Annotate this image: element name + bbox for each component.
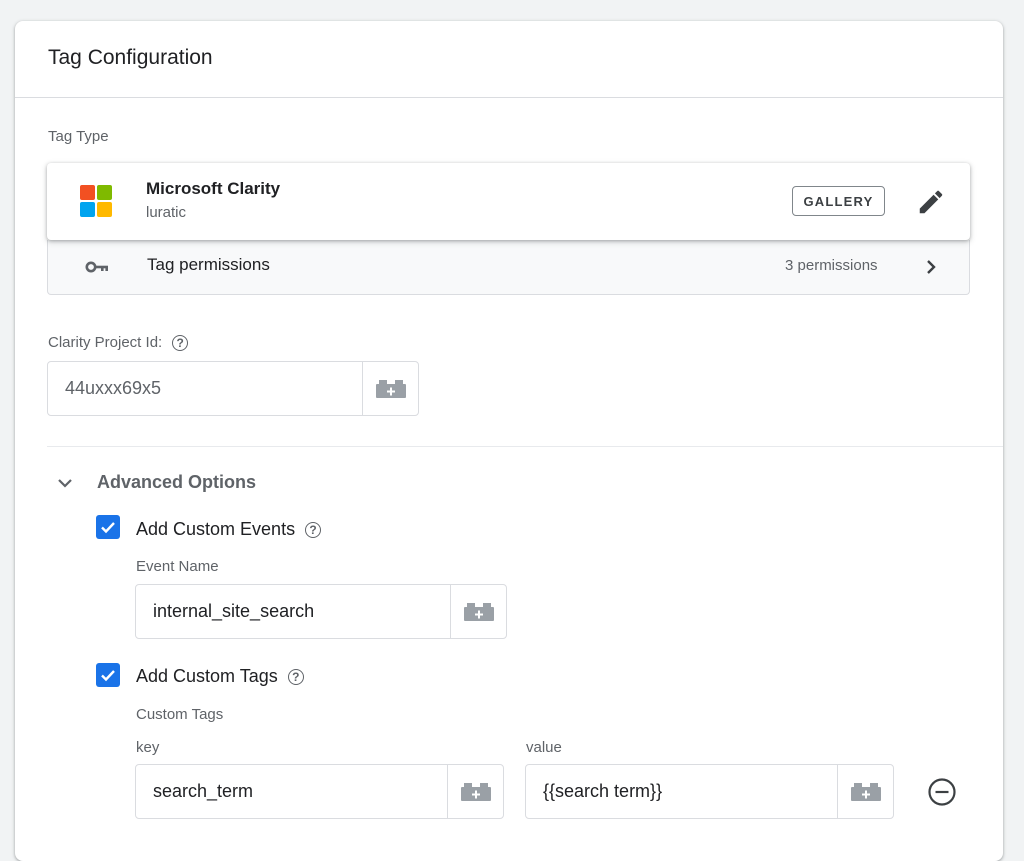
clarity-project-id-label: Clarity Project Id: [48, 334, 163, 351]
pencil-icon[interactable] [916, 187, 946, 217]
custom-tags-label: Custom Tags [136, 706, 224, 723]
tag-type-name: Microsoft Clarity [146, 179, 281, 198]
permissions-count: 3 permissions [785, 257, 878, 274]
event-name-label: Event Name [136, 558, 219, 575]
key-icon [85, 261, 108, 273]
help-icon[interactable]: ? [172, 334, 189, 351]
variable-picker-button[interactable] [450, 585, 506, 638]
variable-picker-button[interactable] [447, 765, 503, 818]
clarity-project-id-label-row: Clarity Project Id: ? [48, 334, 189, 351]
variable-brick-icon [463, 602, 494, 621]
tag-type-subtitle: luratic [146, 204, 187, 221]
variable-brick-icon [850, 782, 881, 801]
chevron-down-icon[interactable] [55, 473, 75, 493]
add-custom-tags-label-row: Add Custom Tags ? [136, 666, 304, 687]
tag-permissions-label: Tag permissions [147, 255, 270, 274]
help-icon[interactable]: ? [287, 668, 304, 685]
custom-tag-value-field[interactable]: {{search term}} [525, 764, 894, 819]
advanced-options-toggle[interactable]: Advanced Options [97, 472, 256, 493]
event-name-field[interactable]: internal_site_search [135, 584, 507, 639]
custom-tag-key-value[interactable]: search_term [136, 765, 447, 818]
add-custom-tags-label[interactable]: Add Custom Tags [136, 666, 278, 687]
value-column-label: value [526, 739, 562, 756]
clarity-project-id-field[interactable]: 44uxxx69x5 [47, 361, 419, 416]
add-custom-events-label-row: Add Custom Events ? [136, 519, 322, 540]
key-column-label: key [136, 739, 160, 756]
microsoft-logo-icon [80, 185, 113, 218]
add-custom-tags-checkbox[interactable] [96, 663, 120, 687]
header-divider [15, 97, 1003, 98]
remove-row-icon[interactable] [927, 777, 957, 807]
tag-configuration-card: Tag Configuration Tag Type Tag permissio… [15, 21, 1003, 861]
custom-tag-key-field[interactable]: search_term [135, 764, 504, 819]
card-title: Tag Configuration [48, 46, 213, 69]
variable-picker-button[interactable] [837, 765, 893, 818]
tag-type-label: Tag Type [48, 128, 109, 145]
variable-brick-icon [460, 782, 491, 801]
variable-picker-button[interactable] [362, 362, 418, 415]
gallery-button[interactable]: GALLERY [792, 186, 885, 216]
chevron-right-icon [927, 260, 936, 274]
variable-brick-icon [375, 379, 406, 398]
checkmark-icon [101, 670, 115, 682]
event-name-value[interactable]: internal_site_search [136, 585, 450, 638]
checkmark-icon [101, 522, 115, 534]
clarity-project-id-value[interactable]: 44uxxx69x5 [48, 362, 362, 415]
tag-type-card[interactable]: Microsoft Clarity luratic GALLERY [47, 163, 970, 240]
section-divider [47, 446, 1003, 447]
tag-permissions-row[interactable]: Tag permissions 3 permissions [47, 240, 970, 295]
add-custom-events-checkbox[interactable] [96, 515, 120, 539]
help-icon[interactable]: ? [305, 521, 322, 538]
custom-tag-value-value[interactable]: {{search term}} [526, 765, 837, 818]
add-custom-events-label[interactable]: Add Custom Events [136, 519, 295, 540]
